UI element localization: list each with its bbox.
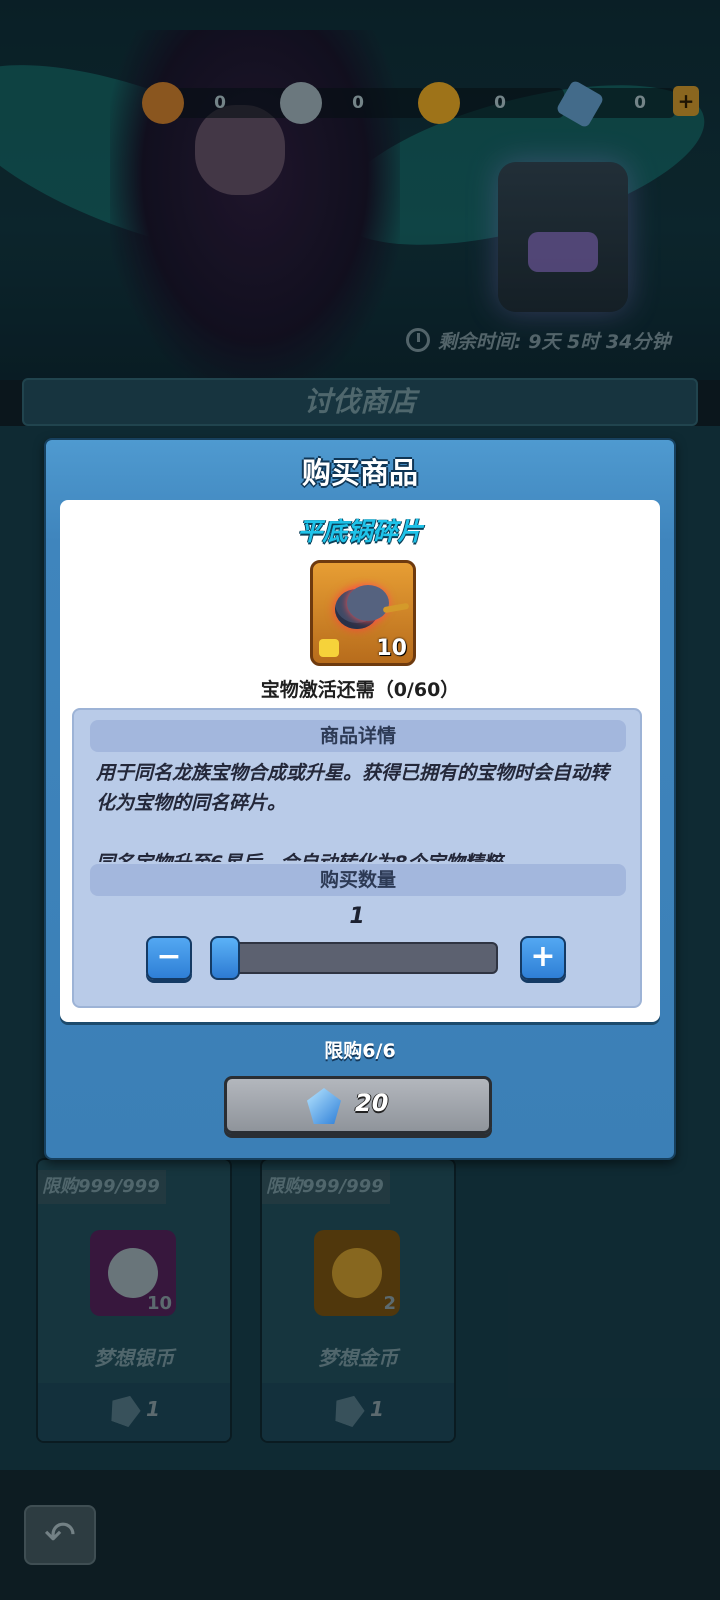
puzzle-piece-icon bbox=[319, 639, 339, 657]
item-description[interactable]: 用于同名龙族宝物合成或升星。获得已拥有的宝物时会自动转化为宝物的同名碎片。 同名… bbox=[96, 758, 616, 862]
increase-quantity-button[interactable]: + bbox=[520, 936, 566, 980]
item-name: 平底锅碎片 bbox=[297, 517, 423, 546]
item-panel: 平底锅碎片 10 宝物激活还需（0/60） 商品详情 用于同名龙族宝物合成或升星… bbox=[60, 500, 660, 1022]
buy-price: 20 bbox=[355, 1089, 389, 1117]
quantity-value: 1 bbox=[349, 904, 365, 929]
activation-progress: 宝物激活还需（0/60） bbox=[260, 679, 460, 701]
dialog-title: 购买商品 bbox=[301, 456, 418, 490]
quantity-header: 购买数量 bbox=[90, 864, 626, 896]
quantity-slider[interactable] bbox=[212, 942, 498, 974]
buy-button[interactable]: 20 bbox=[224, 1076, 492, 1134]
slider-handle[interactable] bbox=[210, 936, 240, 980]
item-quantity: 10 bbox=[376, 636, 407, 661]
gem-icon bbox=[307, 1088, 341, 1124]
details-box: 商品详情 用于同名龙族宝物合成或升星。获得已拥有的宝物时会自动转化为宝物的同名碎… bbox=[72, 708, 642, 1008]
item-frame: 10 bbox=[310, 560, 416, 666]
details-header: 商品详情 bbox=[90, 720, 626, 752]
decrease-quantity-button[interactable]: − bbox=[146, 936, 192, 980]
purchase-dialog: 购买商品 平底锅碎片 10 宝物激活还需（0/60） 商品详情 用于同名龙族宝物… bbox=[44, 438, 676, 1160]
frying-pan-icon bbox=[347, 585, 389, 621]
purchase-limit: 限购6/6 bbox=[324, 1040, 396, 1062]
